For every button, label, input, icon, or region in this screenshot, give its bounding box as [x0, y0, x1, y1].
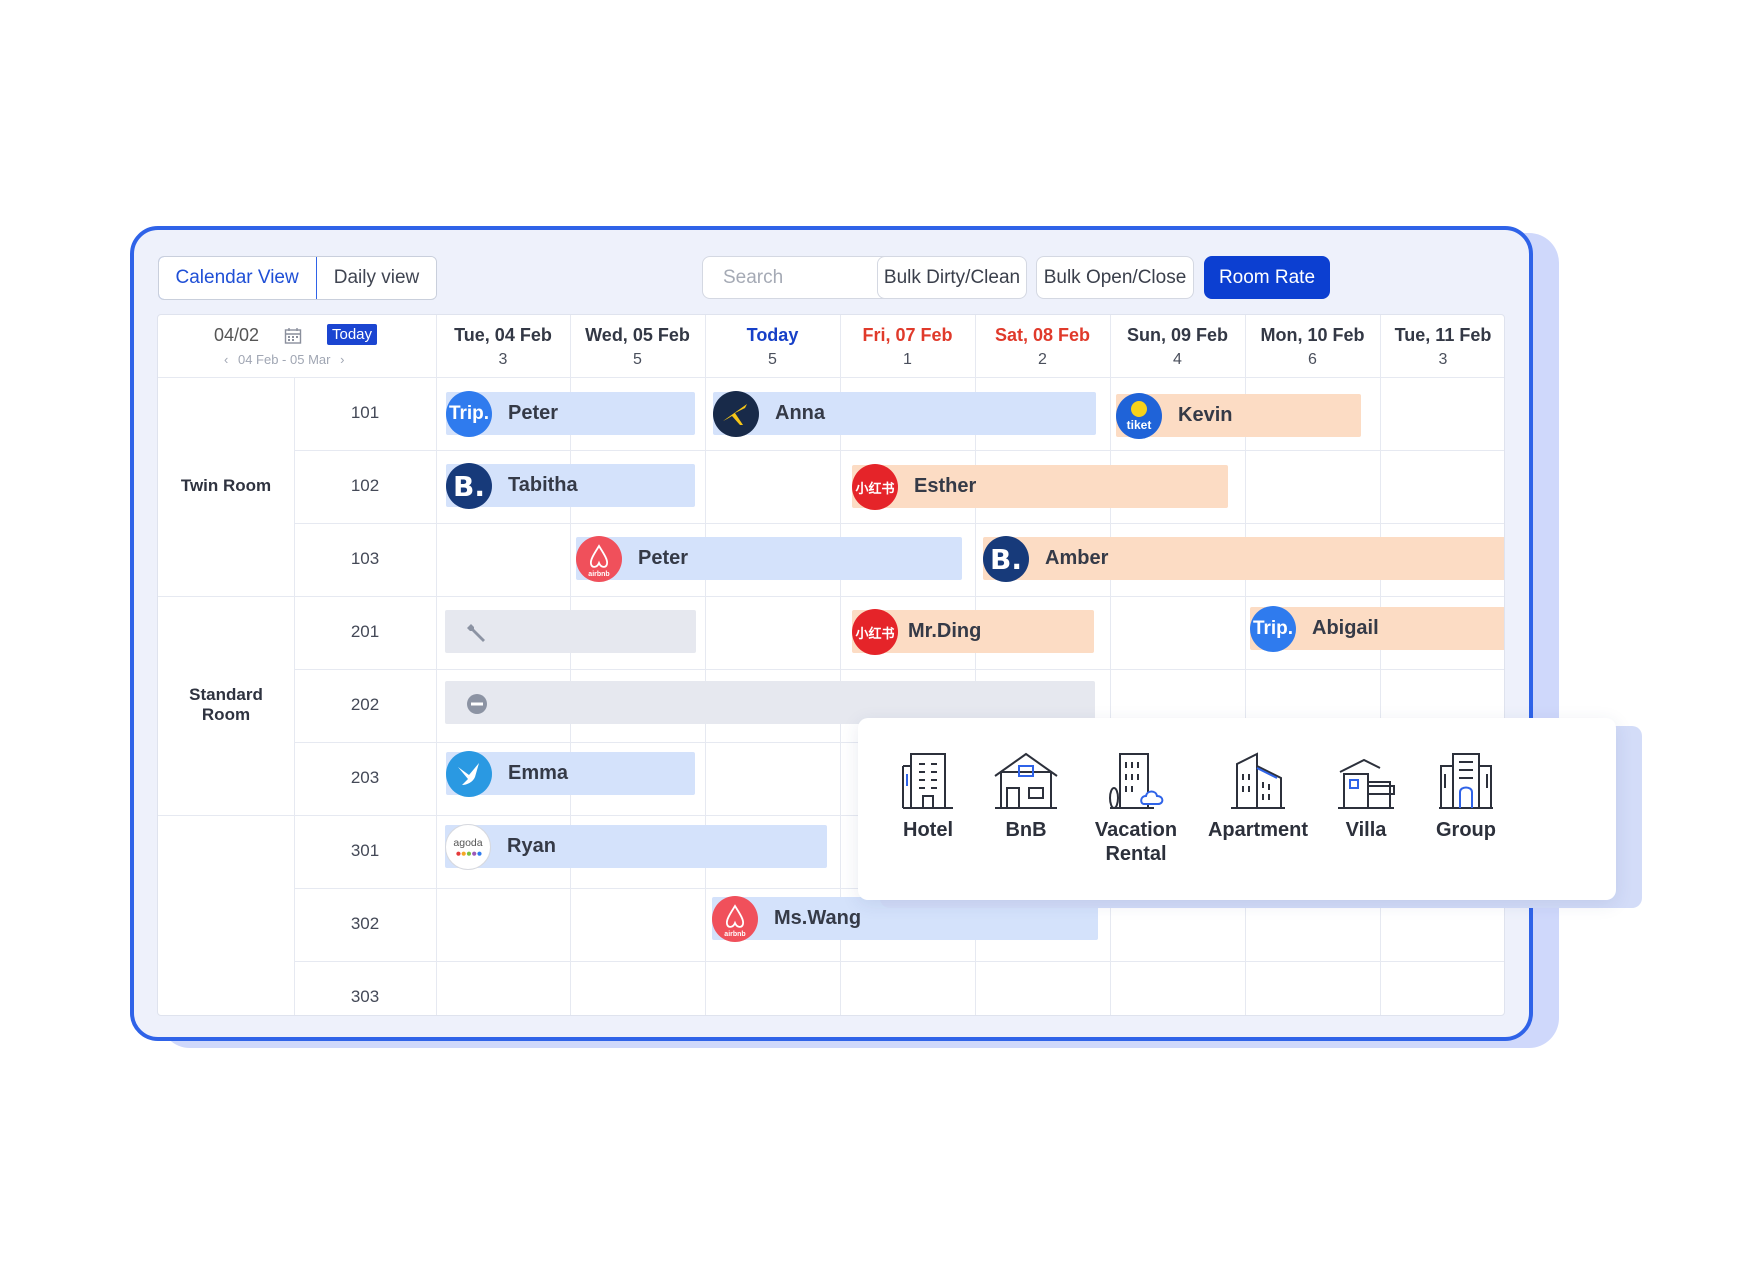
room-number: 102: [350, 476, 380, 495]
airbnb-logo-icon: airbnb: [712, 896, 758, 942]
booking-logo-icon: B.: [983, 536, 1029, 582]
date-range-label: 04 Feb - 05 Mar: [237, 352, 331, 367]
room-type-label: Twin Room: [180, 476, 272, 495]
expedia-logo-icon: [713, 391, 759, 437]
room-number: 201: [350, 622, 380, 641]
booking-bar[interactable]: B. Tabitha: [446, 463, 695, 509]
trip-logo-icon: Trip.: [1250, 606, 1296, 652]
svg-text:agoda: agoda: [453, 837, 482, 849]
villa-icon: [1338, 758, 1395, 809]
tab-daily-view[interactable]: Daily view: [316, 257, 437, 298]
day-header: Sat, 08 Feb 2: [994, 325, 1091, 368]
day-header: Mon, 10 Feb 6: [1260, 325, 1365, 368]
booking-bar[interactable]: Trip. Abigail: [1250, 606, 1504, 652]
bulk-open-close-button[interactable]: Bulk Open/Close: [1036, 256, 1194, 299]
minus-circle-icon: [467, 694, 487, 714]
calendar-grid: 04/02 Today ‹ 04 Feb - 05 Mar › Tue, 04 …: [157, 314, 1505, 1016]
bnb-icon: [994, 752, 1058, 809]
room-number: 203: [350, 768, 380, 787]
booking-bar[interactable]: Emma: [446, 751, 695, 797]
property-type-panel: Hotel BnB Vacation Rental Apartment Vill…: [858, 718, 1616, 900]
room-type-label: Standard Room: [189, 685, 263, 724]
booking-bar[interactable]: B. Amber: [983, 536, 1504, 582]
tiket-logo-icon: tiket: [1116, 393, 1162, 439]
room-rate-button[interactable]: Room Rate: [1204, 256, 1330, 299]
apartment-icon: [1231, 752, 1285, 809]
wrench-icon: [467, 624, 485, 642]
hotel-icon: [902, 753, 953, 809]
svg-text:airbnb: airbnb: [724, 931, 745, 938]
trip-logo-icon: Trip.: [446, 391, 492, 437]
bulk-dirty-clean-button[interactable]: Bulk Dirty/Clean: [877, 256, 1027, 299]
svg-text:airbnb: airbnb: [588, 571, 609, 578]
room-number: 303: [350, 987, 380, 1006]
property-type-group[interactable]: Group: [1396, 748, 1536, 842]
toolbar: Calendar View Daily view Bulk Dirty/Clea…: [158, 256, 1518, 300]
date-picker: 04/02 Today ‹ 04 Feb - 05 Mar ›: [158, 315, 436, 377]
booking-bar[interactable]: airbnb Peter: [576, 536, 962, 582]
property-type-vacation-rental[interactable]: Vacation Rental: [1066, 748, 1206, 866]
day-header: Sun, 09 Feb 4: [1126, 325, 1229, 368]
booking-logo-icon: B.: [446, 463, 492, 509]
booking-bar[interactable]: 小红书 Esther: [852, 464, 1228, 510]
date-range: ‹ 04 Feb - 05 Mar ›: [224, 352, 344, 367]
bird-logo-icon: [446, 751, 492, 797]
day-header: Tue, 11 Feb 3: [1394, 325, 1492, 368]
booking-bar[interactable]: Trip. Peter: [446, 391, 695, 437]
next-range-button[interactable]: ›: [340, 352, 344, 367]
day-header: Tue, 04 Feb 3: [454, 325, 552, 368]
vacation-rental-icon: [1109, 753, 1164, 809]
agoda-logo-icon: agoda: [445, 824, 491, 870]
group-icon: [1439, 753, 1493, 809]
today-button[interactable]: Today: [327, 324, 378, 345]
room-number: 302: [350, 914, 380, 933]
room-number: 101: [350, 403, 380, 422]
booking-bar[interactable]: tiket Kevin: [1116, 393, 1361, 439]
booking-bar[interactable]: Anna: [713, 391, 1096, 437]
current-date[interactable]: 04/02: [214, 325, 259, 346]
room-number: 103: [350, 549, 380, 568]
tab-calendar-view[interactable]: Calendar View: [159, 257, 317, 299]
view-switcher: Calendar View Daily view: [158, 256, 438, 300]
day-header: Fri, 07 Feb 1: [862, 325, 953, 368]
svg-text:tiket: tiket: [1127, 418, 1152, 432]
maintenance-bar[interactable]: [445, 610, 696, 653]
calendar-icon[interactable]: [284, 327, 302, 345]
xiaohongshu-logo-icon: 小红书: [852, 464, 898, 510]
day-header: Wed, 05 Feb 5: [585, 325, 690, 368]
day-header-today: Today 5: [746, 325, 799, 368]
prev-range-button[interactable]: ‹: [224, 352, 228, 367]
xiaohongshu-logo-icon: 小红书: [852, 609, 898, 655]
booking-bar[interactable]: 小红书 Mr.Ding: [852, 609, 1094, 655]
booking-bar[interactable]: agoda Ryan: [445, 824, 827, 870]
room-number: 301: [350, 841, 380, 860]
room-number: 202: [350, 695, 380, 714]
airbnb-logo-icon: airbnb: [576, 536, 622, 582]
